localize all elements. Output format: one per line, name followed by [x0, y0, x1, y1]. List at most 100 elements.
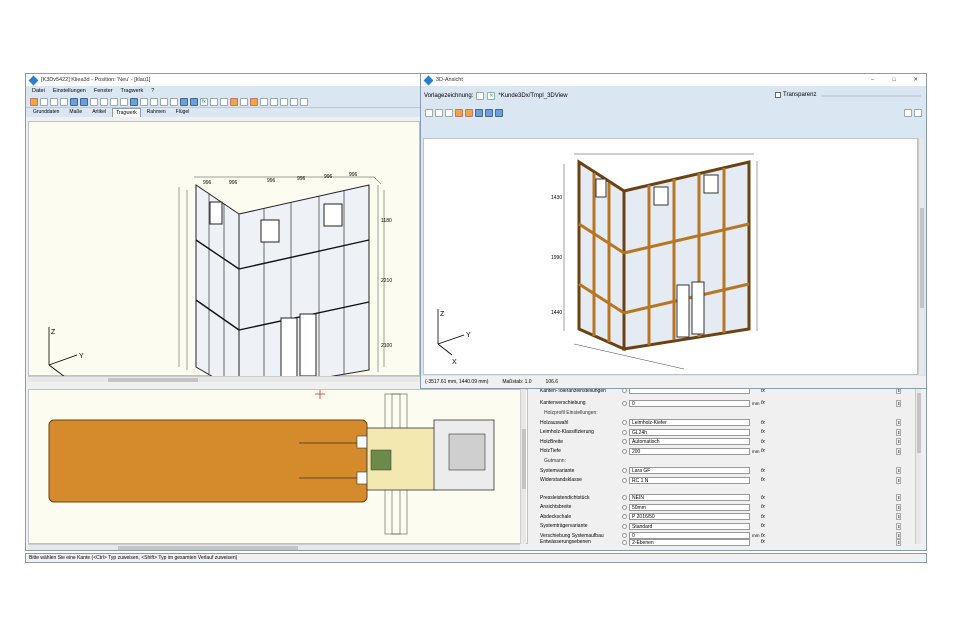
property-radio[interactable]: [622, 514, 627, 519]
property-value-field[interactable]: Leimholz-Kiefer: [629, 419, 750, 426]
export-icon[interactable]: [300, 97, 308, 106]
view3d-export-icon[interactable]: [904, 109, 912, 117]
transparenz-checkbox[interactable]: [775, 92, 781, 98]
formula-icon[interactable]: fx: [761, 514, 765, 520]
settings-icon[interactable]: [290, 97, 298, 106]
delete-icon[interactable]: [120, 97, 128, 106]
formula-icon[interactable]: fx: [761, 495, 765, 501]
spinner-icon[interactable]: ⇕: [896, 494, 901, 501]
undo-icon[interactable]: [70, 97, 78, 106]
view3d-pan-icon[interactable]: [475, 109, 483, 117]
profile-section-viewport[interactable]: [28, 389, 528, 544]
view3d-print-icon[interactable]: [914, 109, 922, 117]
property-radio[interactable]: [622, 400, 627, 406]
spinner-icon[interactable]: ⇕: [896, 447, 901, 455]
zoom-in-icon[interactable]: [140, 97, 148, 106]
property-value-field[interactable]: [629, 389, 750, 394]
view3d-rotate-icon[interactable]: [455, 109, 463, 117]
view3d-back-icon[interactable]: [485, 109, 493, 117]
tab-fluegel[interactable]: Flügel: [172, 107, 194, 117]
tab-rahmen[interactable]: Rahmen: [143, 107, 170, 117]
property-radio[interactable]: [622, 439, 627, 444]
menu-help[interactable]: ?: [151, 88, 154, 94]
formula-icon[interactable]: fx: [761, 504, 765, 510]
property-radio[interactable]: [622, 429, 627, 435]
move-icon[interactable]: [170, 97, 178, 106]
property-radio[interactable]: [622, 539, 627, 545]
spinner-icon[interactable]: ⇕: [896, 419, 901, 426]
property-value-field[interactable]: 50mm: [629, 503, 750, 511]
print-icon[interactable]: [60, 97, 68, 106]
vorlage-clear-icon[interactable]: ✕: [487, 92, 496, 100]
measure-icon[interactable]: [240, 97, 248, 106]
formula-icon[interactable]: fx: [761, 389, 765, 394]
tab-masse[interactable]: Maße: [65, 107, 86, 117]
property-radio[interactable]: [622, 420, 627, 425]
profile-hscroll[interactable]: [28, 544, 520, 550]
property-value-field[interactable]: P 2016/50: [629, 513, 750, 520]
forward-icon[interactable]: [190, 97, 198, 106]
spinner-icon[interactable]: ⇕: [896, 538, 901, 546]
spinner-icon[interactable]: ⇕: [896, 476, 901, 484]
view-icon[interactable]: [260, 97, 268, 106]
property-radio[interactable]: [622, 504, 627, 510]
menu-fenster[interactable]: Fenster: [94, 88, 113, 94]
open-icon[interactable]: [30, 97, 38, 106]
camera-icon[interactable]: [280, 97, 288, 106]
paste-icon[interactable]: [110, 97, 118, 106]
property-radio[interactable]: [622, 389, 627, 393]
layer-icon[interactable]: [210, 97, 218, 106]
formula-icon[interactable]: fx: [761, 468, 765, 474]
formula-icon[interactable]: fx: [761, 400, 765, 406]
view3d-camera-icon[interactable]: [435, 109, 443, 117]
formula-icon[interactable]: fx: [761, 523, 765, 529]
save-icon[interactable]: [40, 97, 48, 106]
property-value-field[interactable]: Standard: [629, 522, 750, 530]
formula-icon[interactable]: fx: [761, 448, 765, 454]
redo-icon[interactable]: [80, 97, 88, 106]
view3d-select-icon[interactable]: [445, 109, 453, 117]
property-value-field[interactable]: GL24h: [629, 428, 750, 436]
back-icon[interactable]: [180, 97, 188, 106]
rotate-icon[interactable]: [160, 97, 168, 106]
property-radio[interactable]: [622, 448, 627, 454]
formula-icon[interactable]: fx: [761, 539, 765, 545]
maximize-button[interactable]: □: [893, 77, 896, 83]
property-value-field[interactable]: Lara GF: [629, 467, 750, 474]
transparenz-slider[interactable]: [821, 95, 921, 97]
spinner-icon[interactable]: ⇕: [896, 438, 901, 445]
property-value-field[interactable]: 200: [629, 447, 750, 455]
property-radio[interactable]: [622, 523, 627, 529]
zoom-out-icon[interactable]: [150, 97, 158, 106]
minimize-button[interactable]: –: [871, 77, 874, 83]
construction-viewport[interactable]: 996 996 996 996 996 996 966 971 946 946 …: [28, 121, 420, 408]
spinner-icon[interactable]: ⇕: [896, 428, 901, 436]
menu-datei[interactable]: Datei: [32, 88, 45, 94]
spinner-icon[interactable]: ⇕: [896, 467, 901, 474]
tab-tragwerk[interactable]: Tragwerk: [112, 108, 141, 117]
menu-tragwerk[interactable]: Tragwerk: [121, 88, 144, 94]
select-icon[interactable]: [250, 97, 258, 106]
cut-icon[interactable]: [90, 97, 98, 106]
warning-icon[interactable]: [230, 97, 238, 106]
profile-vscroll[interactable]: [520, 389, 526, 544]
spinner-icon[interactable]: ⇕: [896, 513, 901, 520]
spinner-icon[interactable]: ⇕: [896, 522, 901, 530]
view3d-vscroll[interactable]: [918, 138, 924, 375]
vorlage-pick-icon[interactable]: [476, 92, 485, 100]
formula-icon[interactable]: fx: [761, 439, 765, 445]
spinner-icon[interactable]: ⇕: [896, 389, 901, 394]
view3d-forward-icon[interactable]: [495, 109, 503, 117]
property-radio[interactable]: [622, 468, 627, 473]
property-value-field[interactable]: NEIN: [629, 494, 750, 501]
spinner-icon[interactable]: ⇕: [896, 503, 901, 511]
formula-icon[interactable]: fx: [761, 477, 765, 483]
property-value-field[interactable]: Automatisch: [629, 438, 750, 445]
save-as-icon[interactable]: [50, 97, 58, 106]
property-vscroll[interactable]: [915, 389, 921, 544]
eye-icon[interactable]: [270, 97, 278, 106]
property-value-field[interactable]: 0: [629, 399, 750, 407]
play-icon[interactable]: [130, 97, 138, 106]
tab-artikel[interactable]: Artikel: [88, 107, 110, 117]
view3d-fit-icon[interactable]: [425, 109, 433, 117]
